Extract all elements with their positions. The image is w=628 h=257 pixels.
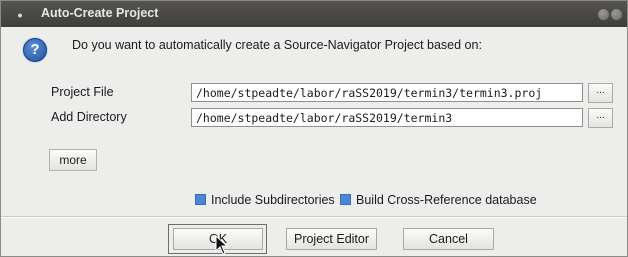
question-icon: ?: [23, 38, 47, 62]
add-directory-browse-button[interactable]: ...: [588, 108, 613, 128]
add-directory-input[interactable]: /home/stpeadte/labor/raSS2019/termin3: [191, 108, 583, 127]
window-menu-icon[interactable]: •: [13, 8, 27, 22]
more-button[interactable]: more: [49, 149, 97, 171]
build-cross-reference-checkbox[interactable]: [340, 194, 351, 205]
add-directory-label: Add Directory: [51, 110, 127, 124]
auto-create-project-dialog: • Auto-Create Project ? Do you want to a…: [0, 0, 628, 257]
title-bar[interactable]: • Auto-Create Project: [1, 1, 627, 27]
close-icon[interactable]: [610, 8, 623, 21]
mouse-pointer-icon: [215, 235, 229, 255]
project-file-label: Project File: [51, 85, 114, 99]
button-separator: [1, 216, 627, 218]
minimize-icon[interactable]: [597, 8, 610, 21]
include-subdirectories-checkbox[interactable]: [195, 194, 206, 205]
dialog-prompt: Do you want to automatically create a So…: [72, 38, 482, 52]
cancel-button[interactable]: Cancel: [403, 228, 494, 250]
build-cross-reference-label[interactable]: Build Cross-Reference database: [356, 193, 537, 207]
window-title: Auto-Create Project: [41, 6, 159, 20]
project-file-browse-button[interactable]: ...: [588, 83, 613, 103]
include-subdirectories-label[interactable]: Include Subdirectories: [211, 193, 335, 207]
project-editor-button[interactable]: Project Editor: [286, 228, 377, 250]
project-file-input[interactable]: /home/stpeadte/labor/raSS2019/termin3/te…: [191, 83, 583, 102]
